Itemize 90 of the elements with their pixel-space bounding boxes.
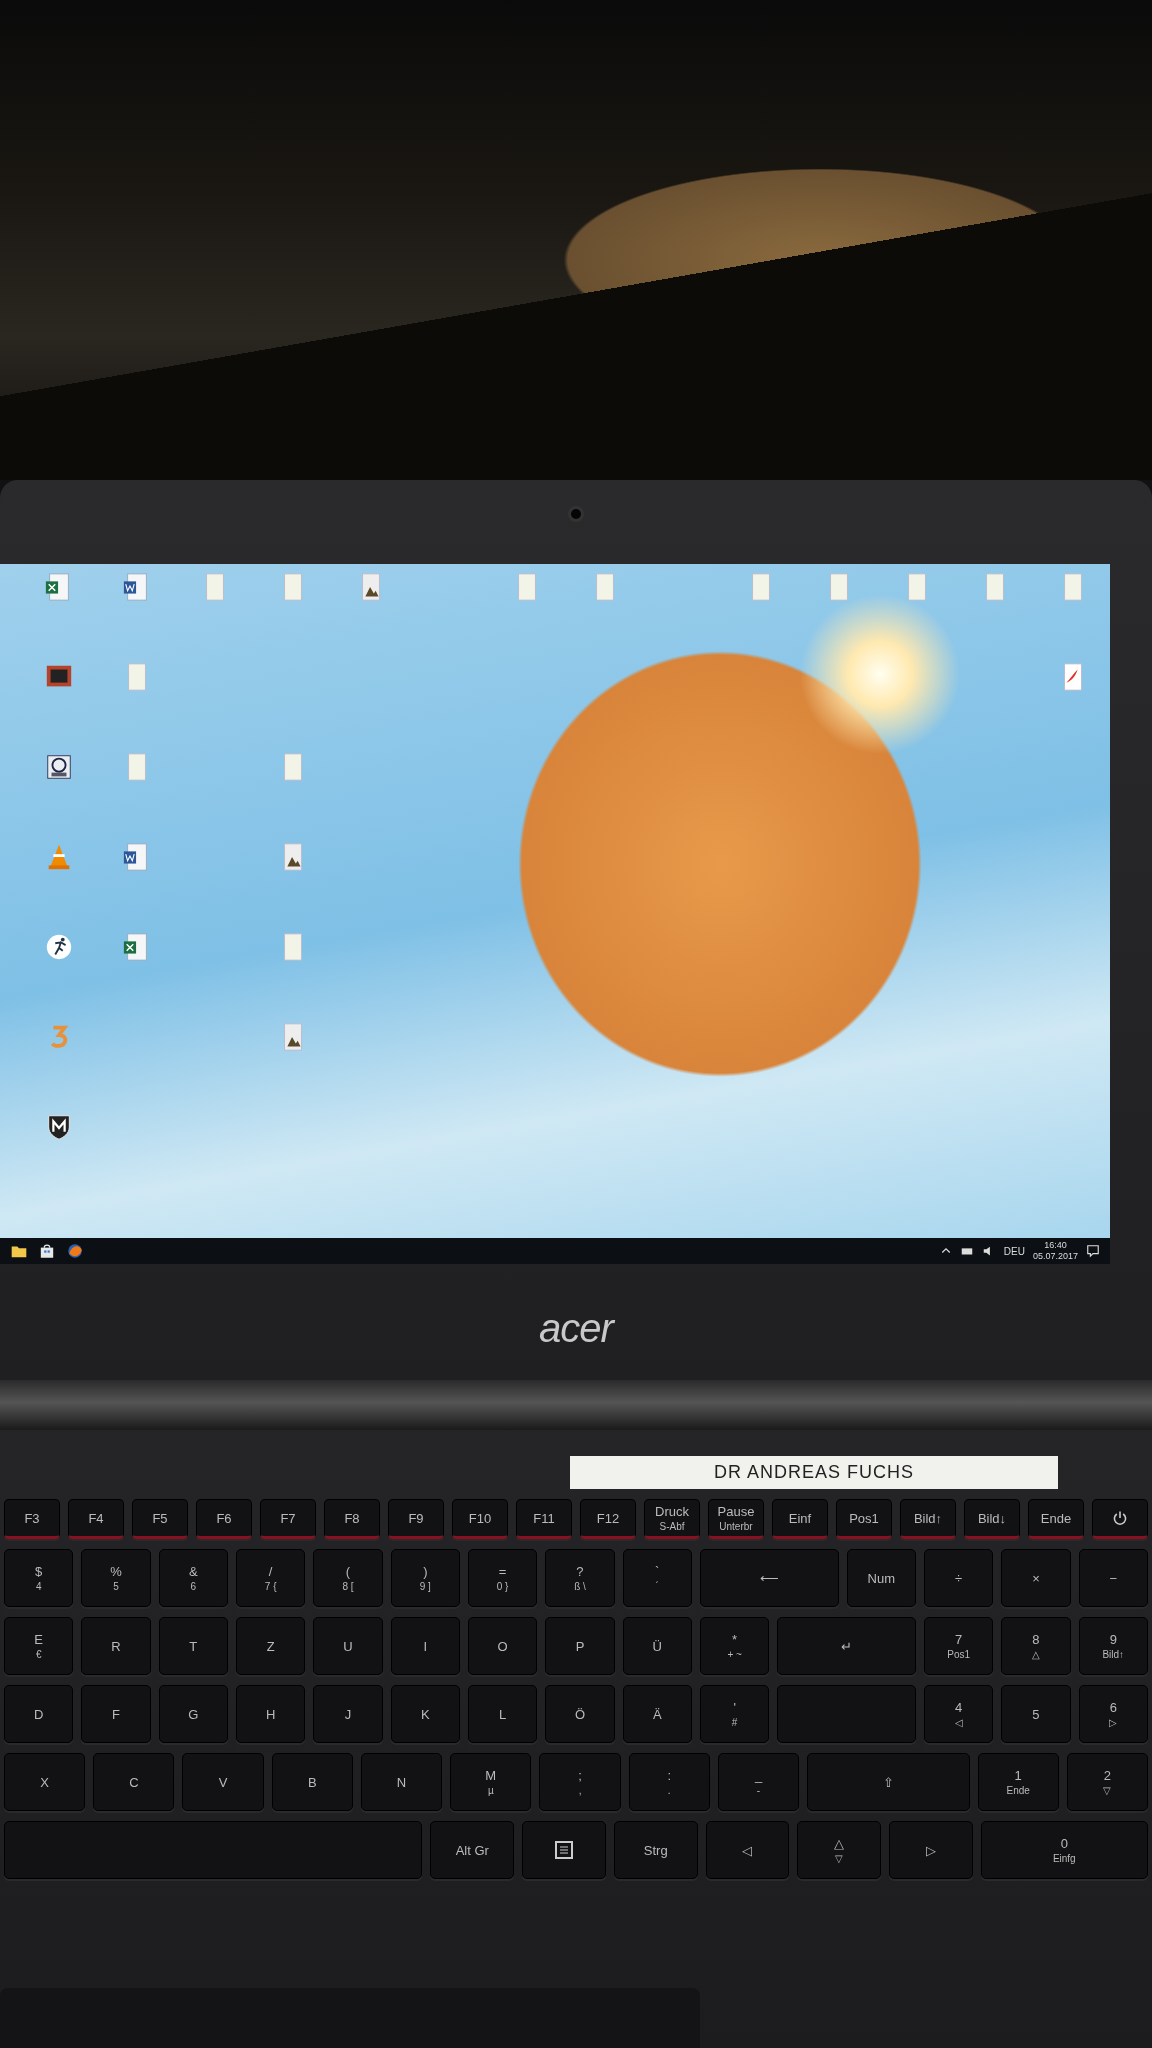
keyboard-key[interactable]: Ö bbox=[545, 1685, 615, 1743]
running-figure-icon[interactable] bbox=[44, 932, 74, 962]
function-key[interactable]: Pos1 bbox=[836, 1499, 892, 1539]
keyboard-key[interactable]: U bbox=[313, 1617, 383, 1675]
keyboard-key[interactable]: ( 8 [ bbox=[313, 1549, 383, 1607]
function-key[interactable]: F10 bbox=[452, 1499, 508, 1539]
language-indicator[interactable]: DEU bbox=[1003, 1245, 1025, 1257]
keyboard-key[interactable]: ' # bbox=[699, 1685, 770, 1743]
keyboard-key[interactable]: Ü bbox=[622, 1617, 692, 1675]
keyboard-key[interactable]: O bbox=[467, 1617, 538, 1675]
keyboard-key[interactable]: ⇧ bbox=[807, 1753, 970, 1811]
keyboard-key[interactable]: K bbox=[390, 1685, 460, 1743]
keyboard-key[interactable]: 0 Einfg bbox=[980, 1821, 1148, 1879]
keyboard-key[interactable]: ◁ bbox=[705, 1821, 790, 1879]
keyboard-key[interactable]: 8 △ bbox=[1001, 1617, 1071, 1675]
function-key[interactable]: F4 bbox=[68, 1499, 124, 1539]
keyboard-key[interactable]: Ä bbox=[622, 1685, 692, 1743]
keyboard-key[interactable]: % 5 bbox=[81, 1549, 151, 1607]
keyboard-key[interactable]: D bbox=[4, 1685, 74, 1743]
keyboard-key[interactable]: ▷ bbox=[888, 1821, 973, 1879]
keyboard-key[interactable]: = 0 } bbox=[467, 1549, 538, 1607]
clock-time[interactable]: 16:40 bbox=[1044, 1240, 1067, 1251]
keyboard-key[interactable]: ; , bbox=[539, 1753, 621, 1811]
power-key[interactable] bbox=[1092, 1499, 1148, 1539]
webcam-lens bbox=[568, 506, 584, 522]
function-key[interactable]: F11 bbox=[516, 1499, 572, 1539]
keyboard-key[interactable]: $ 4 bbox=[4, 1549, 74, 1607]
function-key[interactable]: F6 bbox=[196, 1499, 252, 1539]
keyboard-key[interactable]: Alt Gr bbox=[430, 1821, 515, 1879]
keyboard-key[interactable]: Strg bbox=[613, 1821, 698, 1879]
keyboard-key[interactable]: V bbox=[182, 1753, 264, 1811]
keyboard-key[interactable]: H bbox=[236, 1685, 306, 1743]
function-key[interactable]: Einf bbox=[772, 1499, 828, 1539]
clock-date[interactable]: 05.07.2017 bbox=[1032, 1251, 1078, 1262]
function-key[interactable]: F3 bbox=[4, 1499, 60, 1539]
keyboard-key[interactable]: T bbox=[158, 1617, 228, 1675]
keyboard-key[interactable]: R bbox=[81, 1617, 151, 1675]
keyboard-key[interactable]: P bbox=[545, 1617, 615, 1675]
function-key[interactable]: Bild↓ bbox=[964, 1499, 1020, 1539]
keyboard-key[interactable]: : . bbox=[628, 1753, 710, 1811]
function-key[interactable]: Ende bbox=[1028, 1499, 1084, 1539]
menu-key-icon bbox=[554, 1840, 574, 1860]
keyboard-key[interactable]: 2 ▽ bbox=[1066, 1753, 1149, 1811]
keyboard-key[interactable]: × bbox=[1001, 1549, 1071, 1607]
keyboard-key[interactable]: / 7 { bbox=[236, 1549, 306, 1607]
keyboard-key[interactable]: ÷ bbox=[923, 1549, 994, 1607]
function-key[interactable]: Bild↑ bbox=[900, 1499, 956, 1539]
keyboard-key[interactable]: ⟵ bbox=[699, 1549, 839, 1607]
function-key[interactable]: F9 bbox=[388, 1499, 444, 1539]
keyboard-key[interactable]: J bbox=[313, 1685, 383, 1743]
shopping-bag-icon[interactable] bbox=[38, 1242, 56, 1260]
keyboard-key[interactable]: 9 Bild↑ bbox=[1078, 1617, 1148, 1675]
keyboard-key[interactable]: Z bbox=[236, 1617, 306, 1675]
function-key[interactable]: F5 bbox=[132, 1499, 188, 1539]
keyboard-key[interactable]: F bbox=[81, 1685, 151, 1743]
keyboard-key[interactable]: ) 9 ] bbox=[390, 1549, 460, 1607]
function-key[interactable]: Druck S-Abf bbox=[644, 1499, 700, 1539]
keyboard-key[interactable]: ? ß \ bbox=[545, 1549, 615, 1607]
keyboard-key[interactable]: M µ bbox=[450, 1753, 532, 1811]
keyboard-key[interactable]: ` ´ bbox=[622, 1549, 692, 1607]
keyboard-key[interactable]: − bbox=[1078, 1549, 1148, 1607]
keyboard-key[interactable]: _ - bbox=[717, 1753, 800, 1811]
name-label: DR ANDREAS FUCHS bbox=[570, 1456, 1058, 1489]
keyboard-key[interactable]: 7 Pos1 bbox=[923, 1617, 994, 1675]
keyboard-key[interactable]: B bbox=[271, 1753, 353, 1811]
keyboard-key[interactable]: 5 bbox=[1001, 1685, 1071, 1743]
keyboard-key[interactable]: Num bbox=[846, 1549, 916, 1607]
power-icon bbox=[1112, 1510, 1128, 1526]
keyboard-key[interactable]: & 6 bbox=[158, 1549, 228, 1607]
keyboard-key[interactable]: △ ▽ bbox=[797, 1821, 881, 1879]
keyboard-key[interactable]: I bbox=[390, 1617, 460, 1675]
browser-globe-icon[interactable] bbox=[66, 1242, 84, 1260]
keyboard-key[interactable]: 6 ▷ bbox=[1078, 1685, 1148, 1743]
keyboard-key[interactable]: X bbox=[4, 1753, 86, 1811]
function-key[interactable]: F12 bbox=[580, 1499, 636, 1539]
function-key[interactable]: F7 bbox=[260, 1499, 316, 1539]
keyboard-key[interactable]: ↵ bbox=[777, 1617, 916, 1675]
keyboard-key[interactable]: 4 ◁ bbox=[923, 1685, 994, 1743]
keyboard-key[interactable]: C bbox=[93, 1753, 175, 1811]
keyboard-key[interactable]: L bbox=[467, 1685, 538, 1743]
notification-icon[interactable] bbox=[1086, 1244, 1100, 1258]
keyboard-key[interactable]: 1 Ende bbox=[977, 1753, 1059, 1811]
keyboard-key[interactable]: E € bbox=[4, 1617, 74, 1675]
keyboard-key[interactable]: N bbox=[360, 1753, 443, 1811]
brand-logo: acer bbox=[539, 1306, 613, 1351]
function-key[interactable]: Pause Unterbr bbox=[708, 1499, 764, 1539]
menu-key[interactable] bbox=[522, 1821, 606, 1879]
function-key[interactable]: F8 bbox=[324, 1499, 380, 1539]
keyboard-key[interactable]: G bbox=[158, 1685, 228, 1743]
keyboard-key[interactable]: * + ~ bbox=[699, 1617, 770, 1675]
